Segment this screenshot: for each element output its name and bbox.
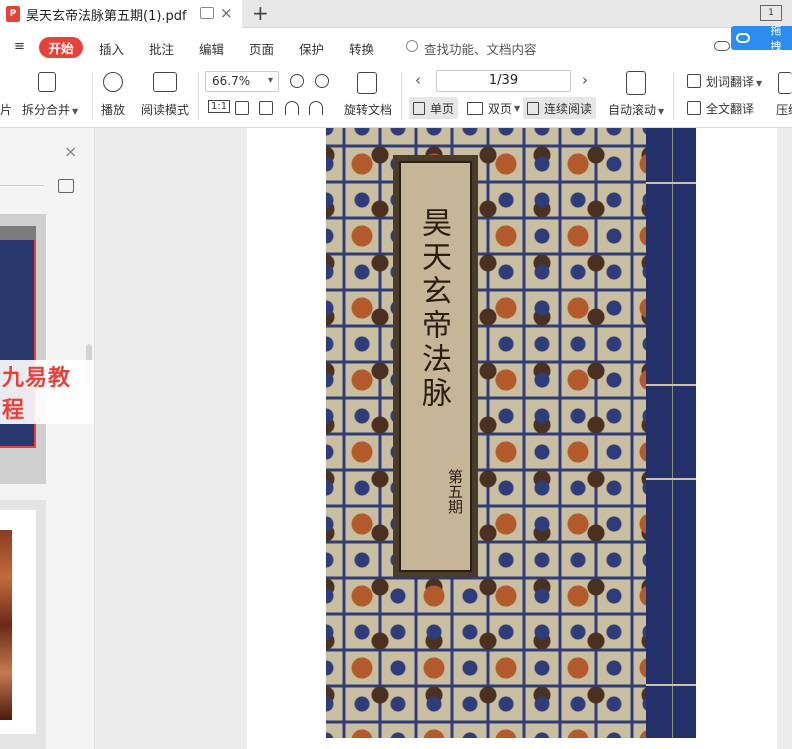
menu-toggle-icon[interactable]: ≡ — [14, 39, 25, 54]
book-icon — [153, 72, 177, 92]
book-spine — [646, 128, 696, 738]
double-page-button[interactable]: 双页 ▼ — [463, 97, 524, 119]
cover-title: 昊天玄帝法脉 — [416, 207, 451, 411]
pdf-file-icon: P — [6, 6, 20, 22]
rotate-right-icon[interactable] — [309, 101, 323, 115]
document-tab[interactable]: P 昊天玄帝法脉第五期(1).pdf × — [0, 0, 242, 28]
watermark-text: 九易教程 — [0, 360, 94, 424]
fit-page-icon[interactable] — [235, 101, 249, 115]
menu-home[interactable]: 开始 — [39, 37, 83, 58]
play-button[interactable]: 播放 — [101, 101, 125, 118]
pin-icon[interactable] — [200, 7, 214, 19]
auto-scroll-icon — [626, 71, 646, 95]
toolbar-partial-label: 片 — [0, 103, 13, 117]
book-cover-image — [326, 128, 696, 738]
toolbar: 片 拆分合并 ▼ 播放 阅读模式 66.7% ▾ 1:1 旋转文档 ‹ 1/39 ›… — [0, 66, 792, 128]
cover-subtitle: 第五期 — [446, 469, 464, 514]
search-icon — [406, 40, 418, 52]
split-merge-button[interactable]: 拆分合并 ▼ — [22, 101, 78, 118]
thumbnail-panel: × 九易教程 — [0, 128, 95, 749]
separator — [673, 72, 674, 120]
binding-stitch — [646, 478, 696, 480]
zoom-in-icon[interactable] — [315, 74, 329, 88]
fit-width-icon[interactable] — [259, 101, 273, 115]
menu-convert[interactable]: 转换 — [349, 39, 374, 58]
auto-scroll-button[interactable]: 自动滚动 ▼ — [608, 101, 664, 118]
spine-line — [672, 128, 673, 738]
compress-icon — [778, 72, 792, 94]
rotate-left-icon[interactable] — [285, 101, 299, 115]
close-tab-icon[interactable]: × — [220, 4, 233, 22]
menu-insert[interactable]: 插入 — [99, 39, 124, 58]
play-icon — [103, 72, 123, 92]
image-icon[interactable] — [58, 179, 74, 193]
next-page-icon[interactable]: › — [582, 71, 588, 89]
rotate-document-button[interactable]: 旋转文档 — [344, 101, 392, 118]
cloud-icon[interactable] — [714, 41, 730, 51]
window-count-button[interactable]: 1 — [760, 5, 782, 21]
panel-divider — [0, 185, 44, 186]
full-translate-icon — [687, 101, 701, 115]
binding-stitch — [646, 384, 696, 386]
binding-stitch — [646, 684, 696, 686]
separator — [198, 72, 199, 120]
word-translate-button[interactable]: 划词翻译 ▼ — [706, 73, 762, 90]
continuous-read-button[interactable]: 连续阅读 — [523, 97, 597, 119]
sync-label: 拖拽 — [770, 24, 782, 53]
prev-page-icon[interactable]: ‹ — [415, 71, 421, 89]
separator — [401, 72, 402, 120]
search-input[interactable]: 查找功能、文档内容 — [424, 39, 537, 58]
double-page-icon — [467, 101, 483, 115]
rotate-document-icon — [357, 72, 377, 94]
close-panel-icon[interactable]: × — [64, 142, 77, 161]
single-page-icon — [413, 101, 425, 115]
page-number-input[interactable]: 1/39 — [436, 70, 571, 92]
read-mode-button[interactable]: 阅读模式 — [141, 101, 189, 118]
cloud-logo-icon — [731, 26, 754, 50]
separator — [92, 72, 93, 120]
tab-title: 昊天玄帝法脉第五期(1).pdf — [26, 8, 187, 24]
new-tab-button[interactable]: + — [252, 1, 269, 25]
menu-page[interactable]: 页面 — [249, 39, 274, 58]
full-translate-button[interactable]: 全文翻译 — [706, 100, 754, 117]
zoom-out-icon[interactable] — [290, 74, 304, 88]
word-translate-icon — [687, 74, 701, 88]
split-merge-icon — [38, 72, 56, 92]
tab-bar: P 昊天玄帝法脉第五期(1).pdf × + 1 — [0, 0, 792, 28]
continuous-read-icon — [527, 101, 539, 115]
cover-title-label: 昊天玄帝法脉 第五期 — [393, 155, 478, 578]
single-page-button[interactable]: 单页 — [409, 97, 459, 119]
menu-protect[interactable]: 保护 — [299, 39, 324, 58]
zoom-select[interactable]: 66.7% ▾ — [205, 71, 279, 92]
sync-widget[interactable]: 拖拽 — [731, 24, 792, 53]
actual-size-button[interactable]: 1:1 — [208, 100, 231, 113]
menu-annotate[interactable]: 批注 — [149, 39, 174, 58]
compress-button[interactable]: 压缩 — [776, 101, 792, 118]
binding-stitch — [646, 182, 696, 184]
menu-bar: ≡ 开始 插入 批注 编辑 页面 保护 转换 查找功能、文档内容 — [0, 28, 792, 66]
page-thumbnail-2[interactable] — [0, 510, 36, 734]
menu-edit[interactable]: 编辑 — [199, 39, 224, 58]
